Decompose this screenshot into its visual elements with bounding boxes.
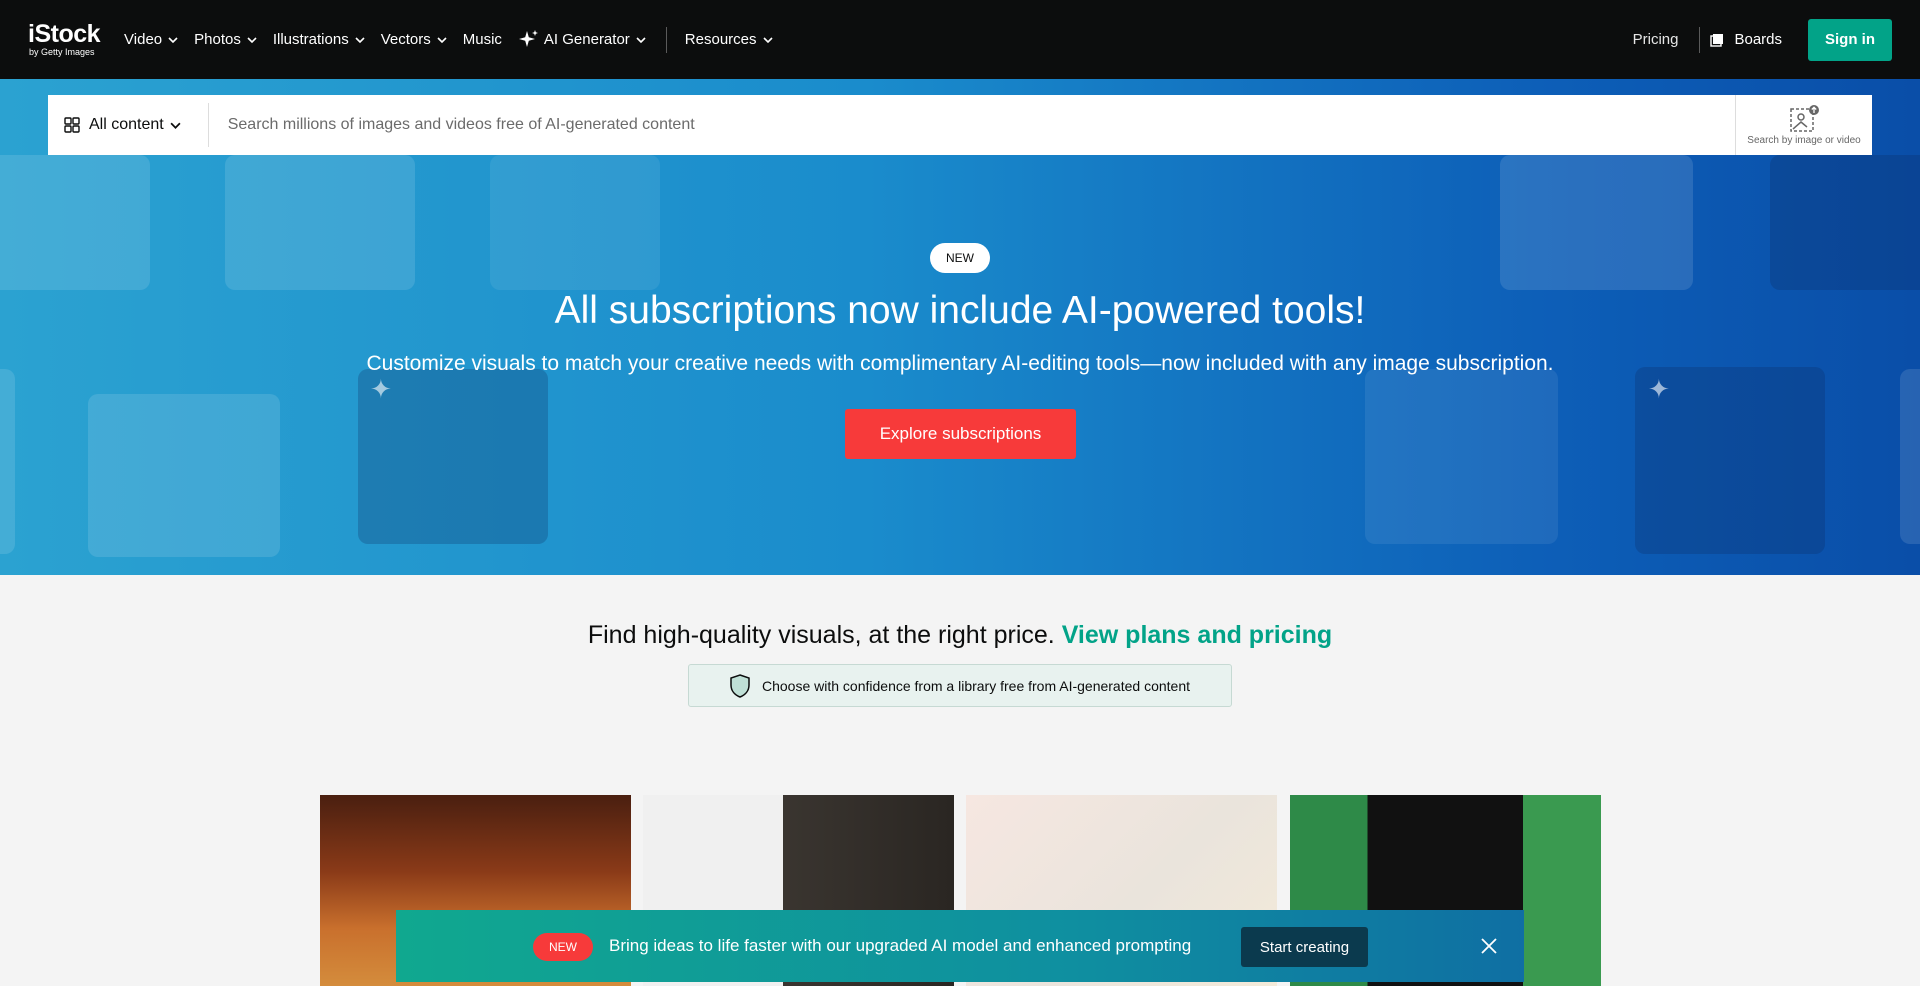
sign-in-button[interactable]: Sign in	[1808, 18, 1892, 61]
search-bar: All content Search by image or video	[48, 95, 1872, 155]
ai-promo-banner: NEW Bring ideas to life faster with our …	[396, 910, 1524, 982]
nav-photos[interactable]: Photos	[194, 31, 257, 48]
hero-subtitle: Customize visuals to match your creative…	[366, 352, 1554, 375]
chevron-down-icon	[170, 122, 181, 129]
logo-brand: iStock	[28, 20, 101, 48]
sparkle-icon	[518, 29, 538, 47]
content-filter-label: All content	[89, 116, 164, 133]
grid-icon	[64, 117, 80, 133]
search-by-image-label: Search by image or video	[1747, 135, 1861, 146]
hero-image-tile	[1900, 369, 1920, 544]
nav-video[interactable]: Video	[124, 31, 178, 48]
nav-vectors-label: Vectors	[380, 31, 431, 48]
image-search-icon	[1790, 105, 1819, 132]
content-filter-dropdown[interactable]: All content	[48, 103, 209, 147]
boards-label: Boards	[1734, 31, 1782, 48]
start-creating-button[interactable]: Start creating	[1241, 927, 1368, 967]
nav-ai-generator-label: AI Generator	[543, 31, 630, 48]
view-plans-link[interactable]: View plans and pricing	[1062, 621, 1332, 649]
banner-new-badge: NEW	[533, 933, 593, 961]
hero-image-tile	[1365, 369, 1558, 544]
explore-subscriptions-button[interactable]: Explore subscriptions	[845, 409, 1076, 459]
nav-resources-label: Resources	[684, 31, 757, 48]
logo-sub: by Getty Images	[29, 47, 95, 57]
nav-video-label: Video	[124, 31, 163, 48]
boards-link[interactable]: Boards	[1699, 26, 1782, 53]
sparkle-icon: ✦	[370, 374, 392, 404]
nav-illustrations[interactable]: Illustrations	[273, 31, 365, 48]
chevron-down-icon	[636, 36, 646, 43]
shield-icon	[730, 673, 750, 698]
nav-vectors[interactable]: Vectors	[381, 31, 447, 48]
hero-image-tile	[0, 369, 15, 554]
hero-image-tile	[1500, 155, 1693, 290]
pricing-link[interactable]: Pricing	[1633, 31, 1679, 48]
istock-logo[interactable]: iStock by Getty Images	[28, 20, 101, 57]
confidence-notice: Choose with confidence from a library fr…	[688, 664, 1232, 707]
new-badge: NEW	[930, 243, 990, 273]
search-input[interactable]	[208, 116, 1735, 134]
nav-right: Pricing Boards Sign in	[1633, 18, 1892, 61]
hero-title: All subscriptions now include AI-powered…	[554, 289, 1366, 332]
search-by-image-button[interactable]: Search by image or video	[1735, 95, 1872, 155]
chevron-down-icon	[247, 36, 257, 43]
hero-image-tile	[0, 155, 150, 290]
nav-divider	[665, 26, 667, 53]
nav-music-label: Music	[462, 31, 502, 48]
confidence-text: Choose with confidence from a library fr…	[762, 677, 1190, 694]
nav-photos-label: Photos	[194, 31, 241, 48]
close-icon[interactable]	[1479, 936, 1499, 956]
boards-icon	[1710, 33, 1724, 47]
pricing-text: Find high-quality visuals, at the right …	[587, 621, 1055, 649]
banner-text: Bring ideas to life faster with our upgr…	[609, 936, 1192, 955]
nav-music[interactable]: Music	[463, 31, 502, 48]
hero-image-tile	[490, 155, 660, 290]
top-nav: iStock by Getty Images Video Photos Illu…	[0, 0, 1920, 79]
chevron-down-icon	[762, 36, 773, 43]
pricing-headline: Find high-quality visuals, at the right …	[0, 621, 1920, 650]
chevron-down-icon	[437, 36, 447, 43]
hero-image-tile	[225, 155, 415, 290]
chevron-down-icon	[355, 36, 365, 43]
nav-illustrations-label: Illustrations	[272, 31, 349, 48]
nav-ai-generator[interactable]: AI Generator	[518, 29, 646, 51]
nav-resources[interactable]: Resources	[685, 31, 773, 48]
hero-image-tile	[88, 394, 280, 557]
chevron-down-icon	[168, 36, 178, 43]
sparkle-icon: ✦	[1648, 374, 1670, 404]
hero-image-tile	[1770, 155, 1920, 290]
